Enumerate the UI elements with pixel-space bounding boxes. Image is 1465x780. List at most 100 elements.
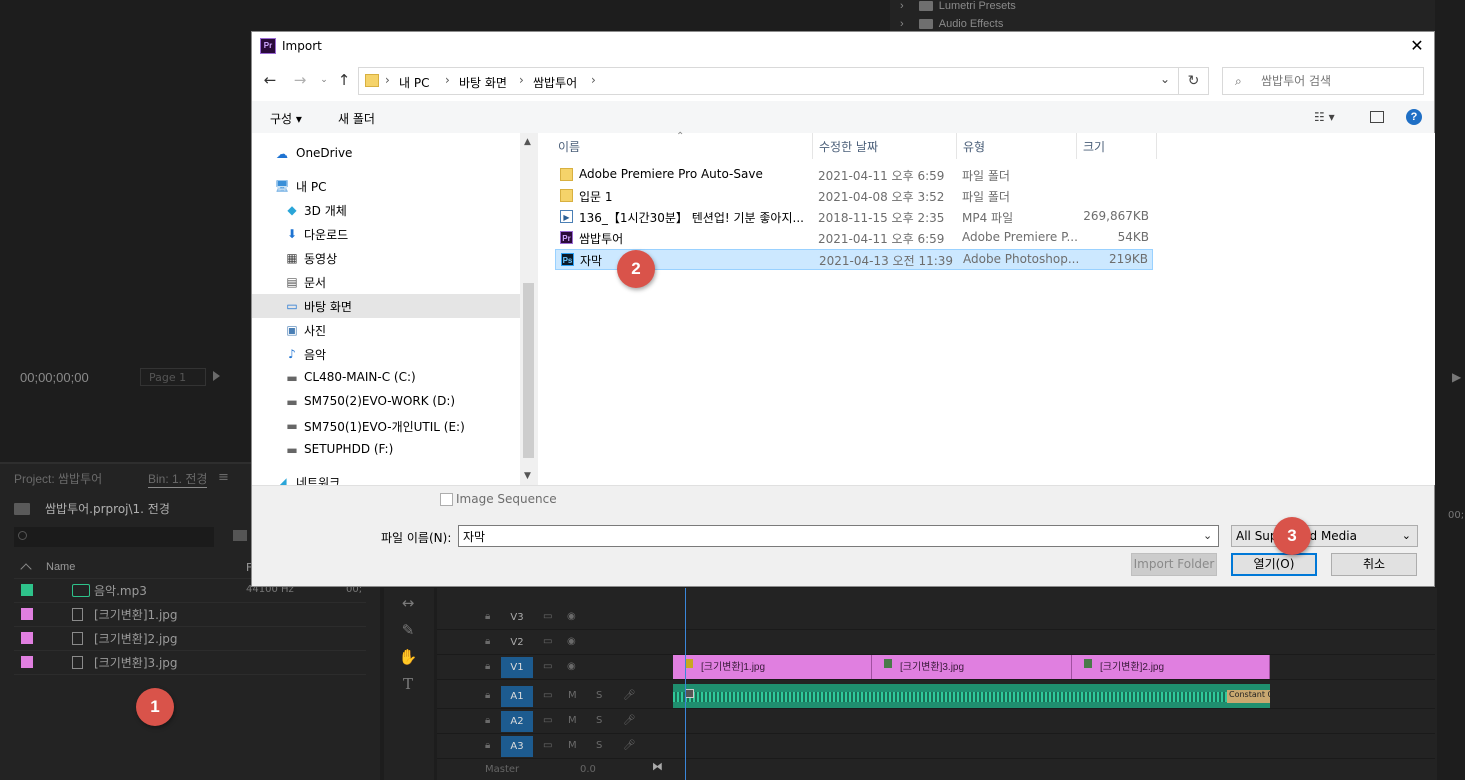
- lock-icon[interactable]: 🔒︎: [485, 661, 490, 672]
- chevron-down-icon[interactable]: ⌄: [1160, 72, 1170, 86]
- column-date[interactable]: 수정한 날짜: [819, 138, 878, 160]
- track-a2[interactable]: 🔒︎ A2 ▭ M S 🎤︎: [437, 709, 1435, 734]
- open-button[interactable]: 열기(O): [1231, 553, 1317, 576]
- help-icon[interactable]: ?: [1406, 109, 1422, 125]
- sync-lock-icon[interactable]: ▭: [543, 740, 552, 751]
- sync-lock-icon[interactable]: ▭: [543, 715, 552, 726]
- breadcrumb-item[interactable]: 내 PC: [399, 74, 429, 91]
- search-box[interactable]: ⌕: [1222, 67, 1424, 95]
- playhead[interactable]: [685, 588, 686, 780]
- nav-item-drive-e[interactable]: ▬ SM750(1)EVO-개인UTIL (E:): [252, 414, 520, 438]
- image-sequence-checkbox[interactable]: Image Sequence: [440, 492, 557, 506]
- search-input[interactable]: [1261, 73, 1411, 89]
- file-row[interactable]: ▶ 136_【1시간30분】 텐션업! 기분 좋아지... 2018-11-15…: [555, 207, 1153, 228]
- audio-clip[interactable]: [673, 684, 1270, 708]
- column-type[interactable]: 유형: [963, 138, 985, 160]
- eye-icon[interactable]: ◉: [567, 636, 576, 647]
- video-clip[interactable]: [크기변환]2.jpg: [1072, 655, 1270, 679]
- video-clip[interactable]: [크기변환]1.jpg: [673, 655, 872, 679]
- nav-item-3d[interactable]: ◆ 3D 개체: [252, 198, 520, 222]
- nav-item-documents[interactable]: ▤ 문서: [252, 270, 520, 294]
- tab-bin[interactable]: Bin: 1. 전경: [148, 470, 208, 488]
- label-color-swatch[interactable]: [21, 632, 33, 644]
- view-options-icon[interactable]: ☷ ▾: [1314, 110, 1335, 124]
- import-folder-button[interactable]: Import Folder: [1131, 553, 1217, 576]
- track-select-tool-icon[interactable]: ↔: [398, 594, 418, 612]
- up-arrow-icon[interactable]: ↑: [334, 71, 354, 89]
- sync-lock-icon[interactable]: ▭: [543, 636, 552, 647]
- dialog-titlebar[interactable]: Pr Import ✕: [252, 32, 1434, 61]
- chevron-up-icon[interactable]: [20, 563, 32, 575]
- project-item[interactable]: [크기변환]3.jpg: [14, 651, 366, 675]
- sync-lock-icon[interactable]: ▭: [543, 661, 552, 672]
- effects-item-lumetri[interactable]: › Lumetri Presets: [900, 0, 1016, 12]
- new-folder-button[interactable]: 새 폴더: [338, 110, 375, 127]
- solo-button[interactable]: S: [596, 690, 602, 701]
- nav-item-videos[interactable]: ▦ 동영상: [252, 246, 520, 270]
- lock-icon[interactable]: 🔒︎: [485, 715, 490, 726]
- lock-icon[interactable]: 🔒︎: [485, 690, 490, 701]
- nav-scrollbar[interactable]: ▲ ▼: [520, 133, 537, 485]
- type-tool-icon[interactable]: T: [398, 675, 418, 693]
- lock-icon[interactable]: 🔒︎: [485, 740, 490, 751]
- new-bin-icon[interactable]: [233, 530, 247, 541]
- project-item[interactable]: [크기변환]2.jpg: [14, 627, 366, 651]
- filename-input[interactable]: [458, 525, 1219, 547]
- forward-arrow-icon[interactable]: →: [290, 71, 310, 89]
- panel-menu-icon[interactable]: ≡: [218, 470, 229, 485]
- address-bar[interactable]: › 내 PC › 바탕 화면 › 쌈밥투어 › ⌄: [358, 67, 1179, 95]
- label-color-swatch[interactable]: [21, 584, 33, 596]
- video-clip[interactable]: [크기변환]3.jpg: [872, 655, 1072, 679]
- mic-icon[interactable]: 🎤︎: [623, 690, 636, 701]
- nav-item-music[interactable]: ♪ 음악: [252, 342, 520, 366]
- scrollbar-thumb[interactable]: [523, 283, 534, 458]
- solo-button[interactable]: S: [596, 715, 602, 726]
- preview-pane-icon[interactable]: [1370, 111, 1384, 123]
- organize-button[interactable]: 구성 ▾: [270, 110, 302, 127]
- cancel-button[interactable]: 취소: [1331, 553, 1417, 576]
- file-row[interactable]: 입문 1 2021-04-08 오후 3:52 파일 폴더: [555, 186, 1153, 207]
- transition-constant-gain[interactable]: Constant C: [1227, 690, 1270, 703]
- track-v3[interactable]: 🔒︎ V3 ▭ ◉: [437, 605, 1435, 630]
- chevron-right-icon[interactable]: ›: [445, 73, 450, 87]
- pen-tool-icon[interactable]: ✎: [398, 621, 418, 639]
- label-color-swatch[interactable]: [21, 608, 33, 620]
- nav-item-onedrive[interactable]: ☁ OneDrive: [252, 142, 520, 166]
- solo-button[interactable]: S: [596, 740, 602, 751]
- lock-icon[interactable]: 🔒︎: [485, 636, 490, 647]
- mute-button[interactable]: M: [568, 715, 577, 726]
- nav-item-desktop[interactable]: ▭ 바탕 화면: [252, 294, 520, 318]
- mic-icon[interactable]: 🎤︎: [623, 715, 636, 726]
- scroll-up-icon[interactable]: ▲: [524, 137, 531, 147]
- page-select[interactable]: Page 1: [140, 368, 206, 386]
- nav-item-drive-c[interactable]: ▬ CL480-MAIN-C (C:): [252, 366, 520, 390]
- back-arrow-icon[interactable]: ←: [260, 71, 280, 89]
- nav-item-drive-d[interactable]: ▬ SM750(2)EVO-WORK (D:): [252, 390, 520, 414]
- nav-item-pictures[interactable]: ▣ 사진: [252, 318, 520, 342]
- refresh-button[interactable]: ↻: [1179, 67, 1209, 95]
- file-row[interactable]: Pr 쌈밥투어 2021-04-11 오후 6:59 Adobe Premier…: [555, 228, 1153, 249]
- column-name[interactable]: Name: [46, 561, 75, 573]
- hand-tool-icon[interactable]: ✋: [398, 648, 418, 666]
- sync-lock-icon[interactable]: ▭: [543, 611, 552, 622]
- column-size[interactable]: 크기: [1083, 138, 1105, 160]
- eye-icon[interactable]: ◉: [567, 661, 576, 672]
- nav-item-downloads[interactable]: ⬇ 다운로드: [252, 222, 520, 246]
- chevron-right-icon[interactable]: ›: [385, 73, 390, 87]
- checkbox[interactable]: [440, 493, 453, 506]
- nav-item-network[interactable]: ◢ 네트워크: [252, 470, 520, 485]
- chevron-right-icon[interactable]: ›: [591, 73, 596, 87]
- scroll-down-icon[interactable]: ▼: [524, 471, 531, 481]
- project-search-input[interactable]: [14, 527, 214, 547]
- recent-dropdown-icon[interactable]: ⌄: [314, 75, 334, 85]
- label-color-swatch[interactable]: [21, 656, 33, 668]
- track-v2[interactable]: 🔒︎ V2 ▭ ◉: [437, 630, 1435, 655]
- play-icon[interactable]: [213, 371, 220, 381]
- close-button[interactable]: ✕: [1406, 35, 1428, 57]
- track-a3[interactable]: 🔒︎ A3 ▭ M S 🎤︎: [437, 734, 1435, 759]
- file-type-select[interactable]: All Supported Media ⌄: [1231, 525, 1418, 547]
- mute-button[interactable]: M: [568, 690, 577, 701]
- column-name[interactable]: 이름: [558, 138, 580, 160]
- sync-lock-icon[interactable]: ▭: [543, 690, 552, 701]
- breadcrumb-item[interactable]: 바탕 화면: [459, 74, 507, 91]
